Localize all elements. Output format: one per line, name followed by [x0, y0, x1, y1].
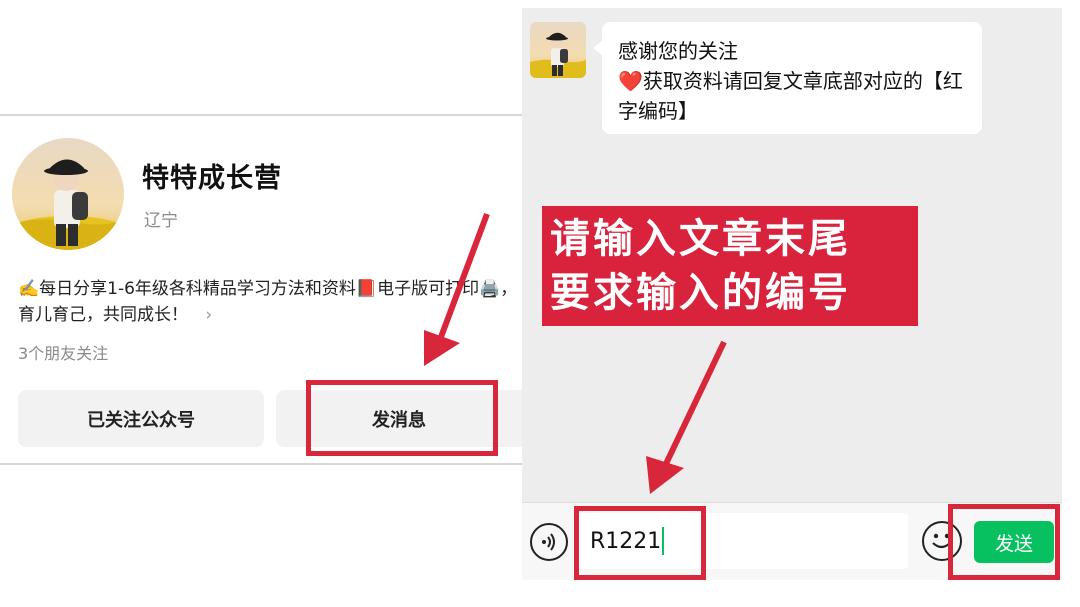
account-description[interactable]: ✍️每日分享1-6年级各科精品学习方法和资料📕电子版可打印🖨️，育儿育己，共同成… [18, 276, 518, 328]
voice-icon[interactable] [530, 523, 568, 561]
banner-line: 要求输入的编号 [550, 270, 851, 316]
account-name: 特特成长营 [142, 163, 282, 194]
chat-panel: 感谢您的关注 ❤️获取资料请回复文章底部对应的【红字编码】 请输入文章末尾 要求… [522, 8, 1062, 580]
instruction-banner: 请输入文章末尾 要求输入的编号 [542, 206, 918, 326]
account-location: 辽宁 [144, 211, 178, 231]
banner-line: 请输入文章末尾 [550, 216, 851, 262]
followed-account-button[interactable]: 已关注公众号 [18, 390, 264, 447]
sender-avatar[interactable] [530, 22, 586, 78]
message-text: 获取资料请回复文章底部对应的【红字编码】 [618, 69, 963, 123]
followers-count[interactable]: 3个朋友关注 [18, 340, 108, 364]
voice-glyph [542, 533, 555, 551]
divider [0, 114, 522, 116]
account-avatar[interactable] [12, 138, 124, 250]
avatar-illustration [530, 22, 586, 78]
chevron-right-icon[interactable]: › [205, 305, 212, 325]
highlight-box-send [948, 504, 1060, 580]
screenshot-composite: 特特成长营 辽宁 ✍️每日分享1-6年级各科精品学习方法和资料📕电子版可打印🖨️… [0, 0, 1080, 607]
account-profile-panel: 特特成长营 辽宁 ✍️每日分享1-6年级各科精品学习方法和资料📕电子版可打印🖨️… [0, 0, 522, 607]
divider [0, 463, 522, 465]
message-line: ❤️获取资料请回复文章底部对应的【红字编码】 [618, 66, 966, 126]
heart-icon: ❤️ [618, 69, 643, 93]
highlight-box-input [574, 506, 706, 580]
highlight-box-message-button [306, 380, 498, 456]
chat-message-bubble[interactable]: 感谢您的关注 ❤️获取资料请回复文章底部对应的【红字编码】 [593, 22, 982, 134]
message-line: 感谢您的关注 [618, 39, 738, 63]
description-text: ✍️每日分享1-6年级各科精品学习方法和资料📕电子版可打印🖨️，育儿育己，共同成… [18, 279, 518, 325]
avatar-illustration [12, 138, 124, 250]
